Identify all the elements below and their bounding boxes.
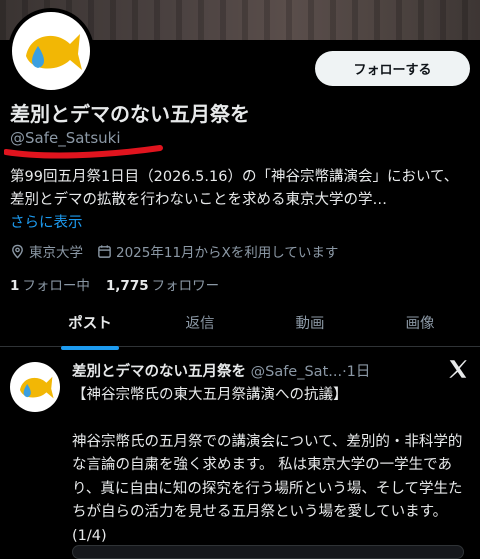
tweet-author-handle[interactable]: @Safe_Sat... [251, 364, 342, 380]
location-item: 東京大学 [10, 241, 83, 261]
profile-meta: 東京大学 2025年11月からXを利用しています [10, 241, 352, 261]
profile-avatar[interactable] [8, 8, 94, 94]
follow-stats: 1 フォロー中 1,775 フォロワー [10, 274, 235, 294]
show-more-link[interactable]: さらに表示 [10, 215, 83, 231]
tweet-header: 差別とデマのない五月祭を @Safe_Sat...·1日 [72, 360, 402, 381]
tweet-body[interactable]: 【神谷宗幣氏の東大五月祭講演への抗議】 神谷宗幣氏の五月祭での講演会について、差… [72, 384, 472, 548]
tab-replies[interactable]: 返信 [145, 306, 255, 346]
tab-images[interactable]: 画像 [365, 306, 475, 346]
following-link[interactable]: 1 フォロー中 [10, 274, 90, 294]
following-count: 1 [10, 278, 20, 294]
follow-button[interactable]: フォローする [315, 51, 470, 86]
following-label: フォロー中 [22, 278, 90, 294]
bio-text: 第99回五月祭1日目（2026.5.16）の「神谷宗幣講演会」において、差別とデ… [10, 169, 459, 208]
tab-posts[interactable]: ポスト [35, 306, 145, 350]
tweet-time[interactable]: ·1日 [342, 364, 370, 380]
followers-label: フォロワー [151, 278, 220, 294]
tab-videos[interactable]: 動画 [255, 306, 365, 346]
profile-tabs: ポスト 返信 動画 画像 [0, 306, 480, 350]
calendar-icon [98, 244, 111, 258]
location-pin-icon [12, 244, 23, 259]
tweet-line-text: 神谷宗幣氏の五月祭での講演会について、差別的・非科学的な言論の自粛を強く求めます… [72, 433, 463, 544]
red-annotation-underline [4, 145, 163, 159]
joined-item: 2025年11月からXを利用しています [97, 241, 338, 261]
location-text: 東京大学 [29, 245, 83, 261]
tweet-avatar[interactable] [10, 362, 60, 412]
tweet-card-preview[interactable] [72, 545, 464, 559]
profile-display-name: 差別とデマのない五月祭を [10, 102, 250, 126]
followers-link[interactable]: 1,775 フォロワー [106, 274, 219, 294]
followers-count: 1,775 [105, 278, 149, 294]
tweet-line-title: 【神谷宗幣氏の東大五月祭講演への抗議】 [72, 387, 348, 403]
x-logo-icon [449, 360, 467, 378]
tweet-author-name[interactable]: 差別とデマのない五月祭を [72, 364, 246, 380]
fish-logo-icon [26, 34, 82, 70]
fish-logo-icon [20, 376, 54, 399]
profile-bio: 第99回五月祭1日目（2026.5.16）の「神谷宗幣講演会」において、差別とデ… [10, 166, 470, 235]
joined-text: 2025年11月からXを利用しています [116, 245, 339, 261]
